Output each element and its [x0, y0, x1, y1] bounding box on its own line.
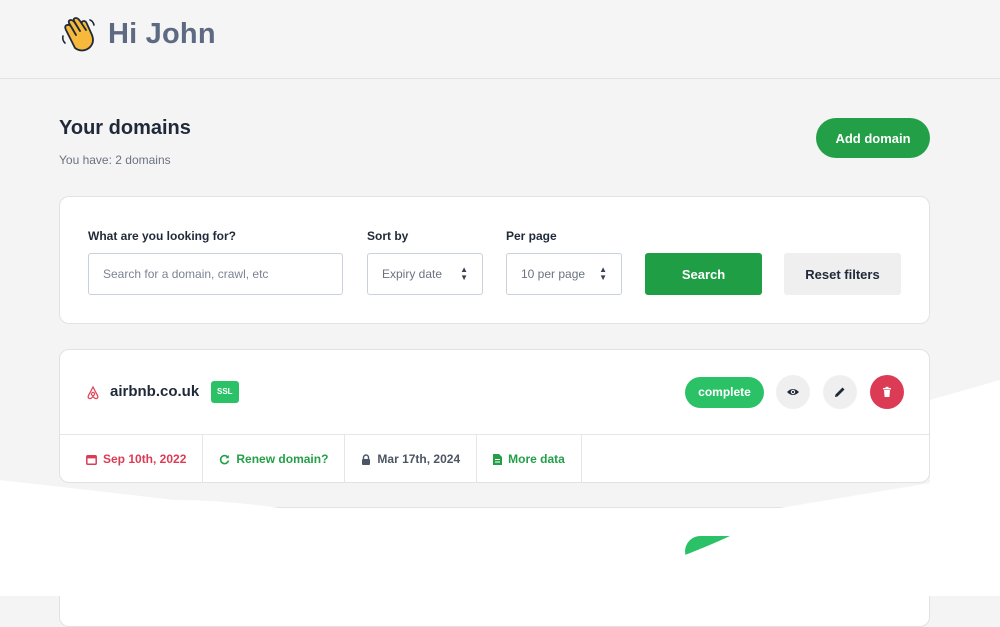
- greeting: Hi John: [60, 16, 216, 52]
- sort-select[interactable]: Expiry date ▲ ▼: [367, 253, 483, 295]
- document-icon: [493, 453, 503, 465]
- eye-icon: [787, 389, 799, 395]
- expiry-date[interactable]: Sep 10th, 2022: [60, 435, 204, 483]
- expiry-date-text: Sep 10th, 2022: [103, 452, 187, 466]
- sort-select-value: Expiry date: [382, 267, 443, 281]
- lock-icon: [362, 453, 371, 465]
- domain-count: You have: 2 domains: [59, 153, 171, 167]
- renew-domain-link[interactable]: Renew domain?: [203, 435, 346, 483]
- select-caret-icon: ▲ ▼: [599, 265, 607, 282]
- greeting-text: Hi John: [108, 17, 216, 50]
- waving-hand-icon: [61, 17, 95, 52]
- domain-name[interactable]: airbnb.co.uk: [110, 383, 199, 400]
- ssl-expiry-text: Mar 17th, 2024: [377, 452, 461, 466]
- more-data-link[interactable]: More data: [477, 435, 582, 483]
- calendar-icon: [86, 454, 97, 465]
- status-badge: complete: [685, 536, 764, 567]
- top-bar: Hi John: [0, 0, 1000, 79]
- domain-card-header: airbnb.co.uk SSL complete: [60, 350, 929, 435]
- trash-icon: [883, 386, 891, 397]
- status-badge: complete: [685, 377, 764, 408]
- reset-filters-button[interactable]: Reset filters: [784, 253, 901, 295]
- per-page-label: Per page: [506, 229, 557, 243]
- delete-button[interactable]: [870, 375, 904, 409]
- domain-card: airbnb.co.uk SSL complete Sep 10th, 2022…: [59, 349, 930, 483]
- select-caret-icon: ▲ ▼: [460, 265, 468, 282]
- section-title: Your domains: [59, 117, 191, 139]
- ssl-badge: SSL: [211, 381, 239, 403]
- filters-panel: What are you looking for? Sort by Expiry…: [59, 196, 930, 324]
- domain-card-footer: Sep 10th, 2022 Renew domain? Mar 17th, 2…: [60, 435, 582, 483]
- search-button[interactable]: Search: [645, 253, 762, 295]
- pencil-icon: [835, 387, 845, 397]
- airbnb-icon: [87, 386, 99, 400]
- add-domain-button[interactable]: Add domain: [816, 118, 930, 158]
- domain-card: complete: [59, 507, 930, 627]
- domain-card-header: complete: [60, 508, 929, 593]
- sort-label: Sort by: [367, 229, 409, 243]
- edit-button[interactable]: [823, 375, 857, 409]
- search-input[interactable]: [88, 253, 343, 295]
- more-data-text: More data: [508, 452, 565, 466]
- search-label: What are you looking for?: [88, 229, 237, 243]
- renew-domain-text: Renew domain?: [236, 452, 329, 466]
- per-page-select-value: 10 per page: [521, 267, 586, 281]
- per-page-select[interactable]: 10 per page ▲ ▼: [506, 253, 622, 295]
- view-button[interactable]: [776, 375, 810, 409]
- refresh-icon: [220, 454, 230, 464]
- ssl-expiry[interactable]: Mar 17th, 2024: [345, 435, 478, 483]
